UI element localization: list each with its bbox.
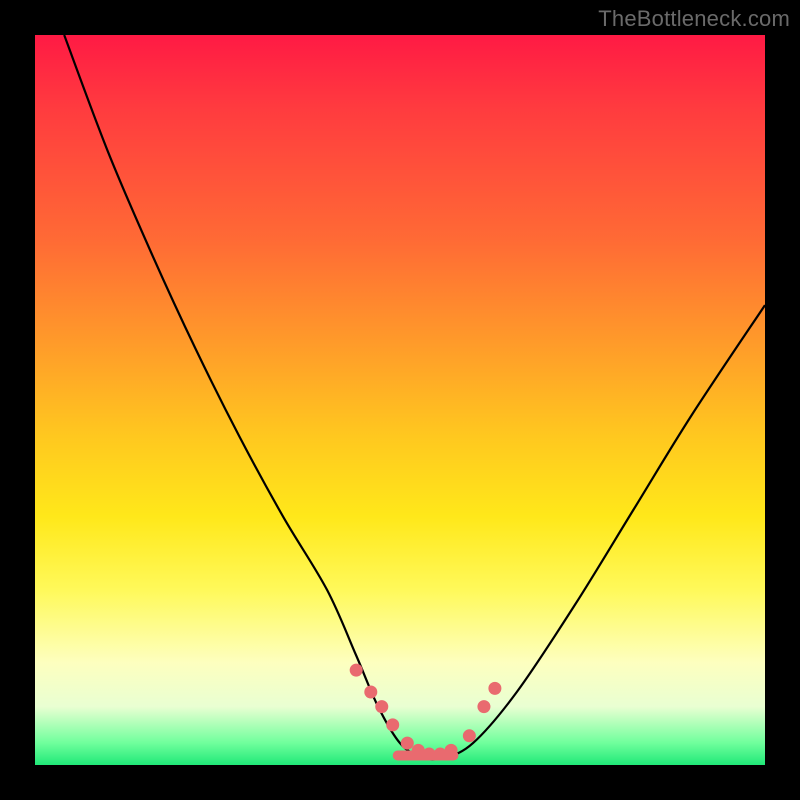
highlight-dot	[463, 729, 476, 742]
watermark-text: TheBottleneck.com	[598, 6, 790, 32]
plot-area	[35, 35, 765, 765]
valley-bar	[393, 751, 459, 761]
bottleneck-curve	[64, 35, 765, 760]
highlight-dot	[350, 664, 363, 677]
curve-layer	[35, 35, 765, 765]
highlight-dot	[488, 682, 501, 695]
highlight-dot	[364, 686, 377, 699]
highlight-dot	[477, 700, 490, 713]
highlight-dots	[350, 664, 502, 761]
highlight-dot	[401, 737, 414, 750]
chart-frame: TheBottleneck.com	[0, 0, 800, 800]
highlight-dot	[375, 700, 388, 713]
highlight-dot	[386, 718, 399, 731]
